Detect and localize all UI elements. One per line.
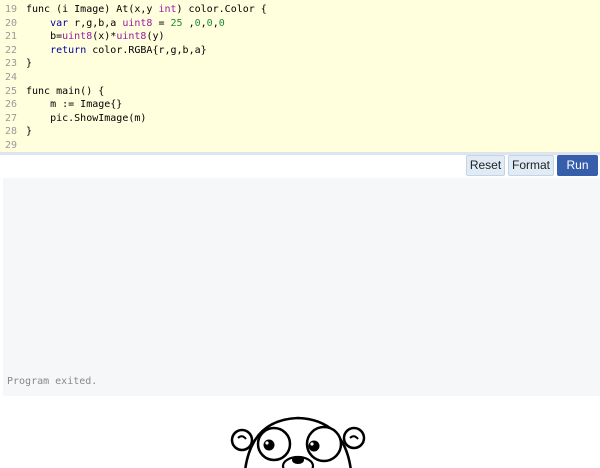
image-output [0,396,600,468]
code-token: , [182,17,195,29]
code-token: uint8 [62,31,93,43]
run-button[interactable]: Run [557,155,598,176]
line-number: 24 [5,72,18,83]
code-token: m := Image{} [26,99,123,111]
code-token: (y) [146,31,165,43]
code-line: 25 func main() { [0,85,600,98]
line-number: 27 [5,112,18,124]
reset-button[interactable]: Reset [466,155,505,176]
code-text: m := Image{} [26,98,122,111]
code-token: ) color.Color { [176,4,267,15]
code-token: uint8 [116,31,147,43]
code-token: 0 [218,17,225,29]
code-line: 26 m := Image{} [0,98,600,111]
code-line: 19 func (i Image) At(x,y int) color.Color… [0,3,600,16]
code-text: pic.ShowImage(m) [26,112,146,125]
line-number: 21 [5,31,18,43]
code-token: pic.ShowImage(m) [26,112,147,124]
code-line: 27 pic.ShowImage(m) [0,112,600,125]
gopher-icon [230,416,366,468]
program-status: Program exited. [7,376,98,387]
code-text: b=uint8(x)*uint8(y) [26,30,165,43]
code-line: 22 return color.RGBA{r,g,b,a} [0,44,600,57]
code-token: var [50,17,69,29]
line-number: 19 [5,4,18,15]
code-token: } [26,58,33,70]
code-token: 25 [170,17,183,29]
toolbar: Reset Format Run [0,155,600,178]
code-line: 20 var r,g,b,a uint8 = 25 ,0,0,0 [0,17,600,30]
code-token: = [152,17,171,29]
code-token: b= [26,31,63,43]
output-panel: Program exited. [3,178,600,396]
code-text: } [26,57,32,70]
code-token: func (i Image) At(x,y [26,4,159,15]
line-number: 25 [5,85,18,97]
line-number: 26 [5,99,18,111]
code-line: 29 [0,139,600,152]
code-token: int [158,4,177,15]
code-text: } [26,125,32,138]
code-text: func main() { [26,85,104,98]
code-token: (x)* [92,31,117,43]
code-line: 23} [0,57,600,70]
line-number: 28 [5,126,18,138]
code-text: return color.RGBA{r,g,b,a} [26,44,207,57]
code-line: 21 b=uint8(x)*uint8(y) [0,30,600,43]
code-text: func (i Image) At(x,y int) color.Color { [26,3,267,16]
line-number: 22 [5,44,18,56]
code-line: 24 [0,71,600,84]
code-token: r,g,b,a [68,17,123,29]
code-token: func main() { [26,85,105,97]
line-number: 23 [5,58,18,70]
code-token: uint8 [122,17,153,29]
format-button[interactable]: Format [508,155,554,176]
line-number: 20 [5,17,18,29]
code-token: color.RGBA{r,g,b,a} [86,44,207,56]
code-text: var r,g,b,a uint8 = 25 ,0,0,0 [26,17,225,30]
code-token: return [50,44,87,56]
code-token: } [26,126,33,138]
code-line: 28} [0,125,600,138]
line-number: 29 [5,140,18,151]
code-editor[interactable]: 19 func (i Image) At(x,y int) color.Color… [0,0,600,152]
